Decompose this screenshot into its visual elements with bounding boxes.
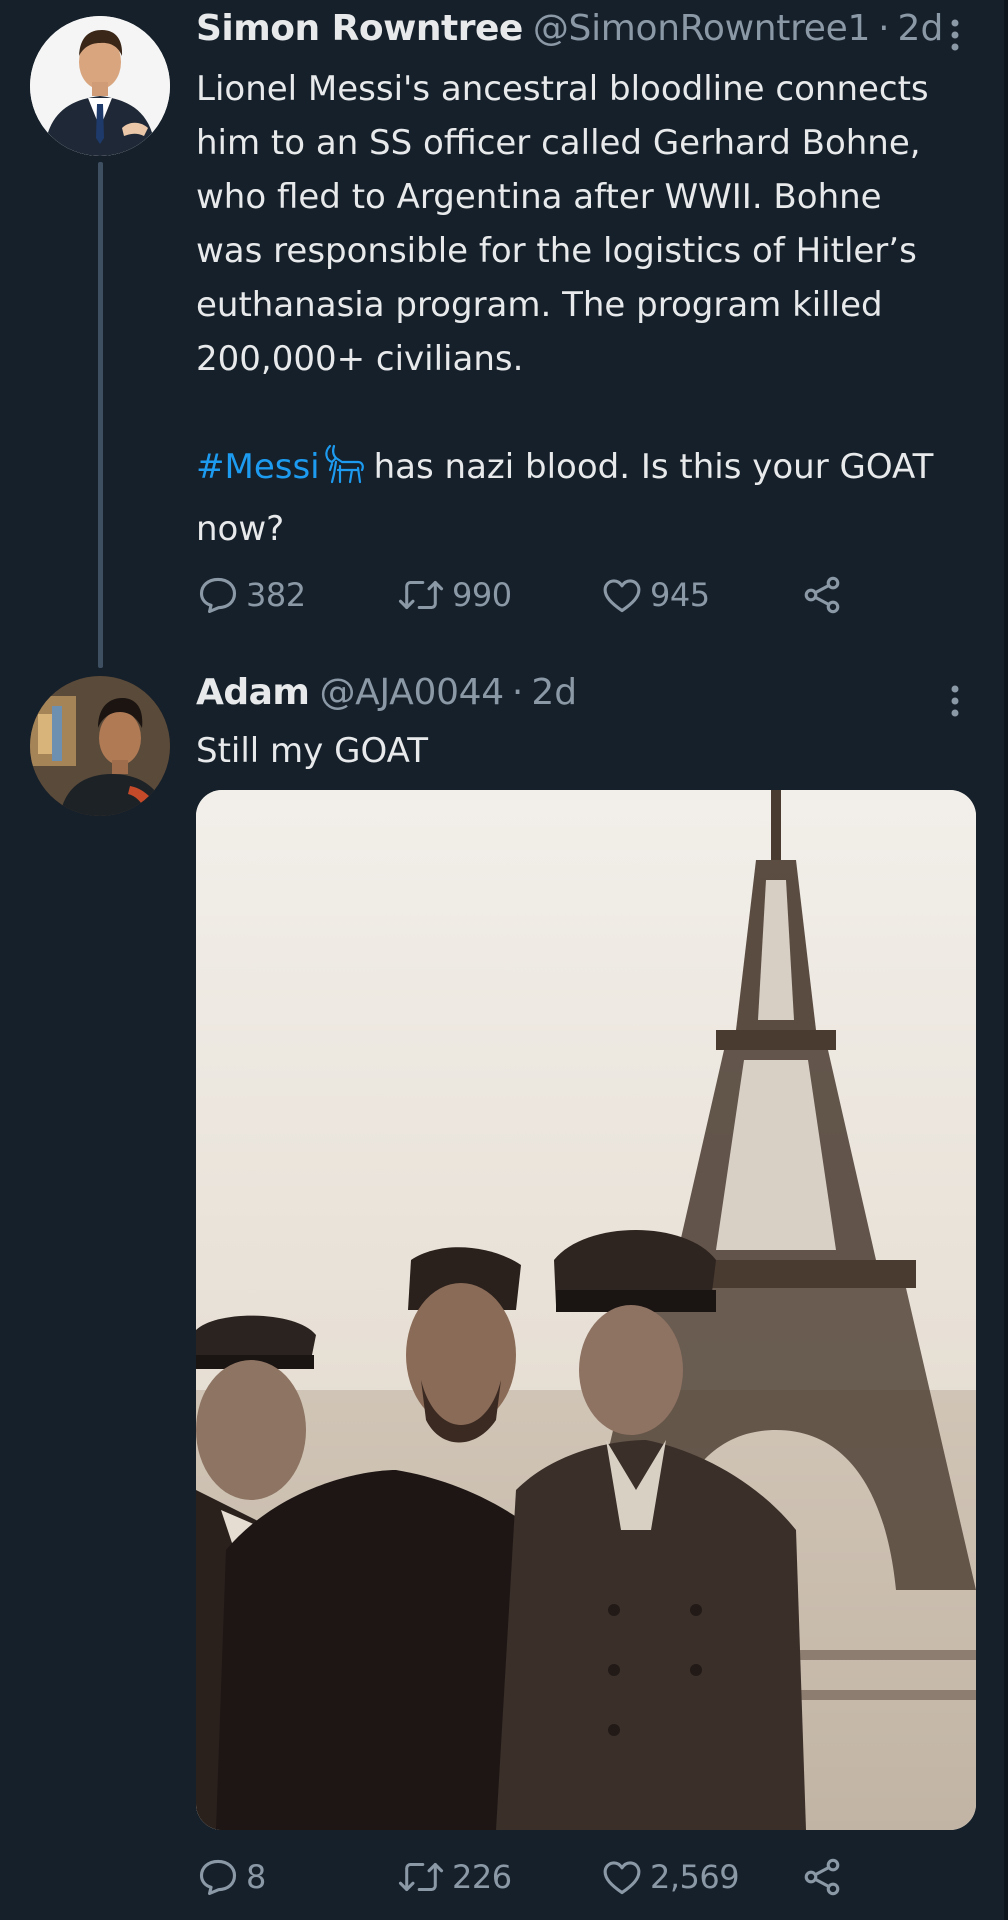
tweet-actions: 382 990 945: [196, 565, 896, 625]
retweet-count: 990: [452, 576, 512, 614]
avatar[interactable]: [30, 676, 170, 816]
share-button[interactable]: [800, 1847, 844, 1907]
tweet-text: Still my GOAT: [196, 724, 976, 778]
photo-image: [196, 790, 976, 1830]
like-icon: [603, 1861, 641, 1895]
like-count: 2,569: [650, 1858, 740, 1896]
share-icon: [804, 1858, 840, 1896]
like-button[interactable]: 945: [600, 565, 710, 625]
tweet-text-fragment: has nazi blood. Is this your GOAT: [373, 447, 934, 487]
author-name[interactable]: Adam: [196, 672, 310, 713]
author-name[interactable]: Simon Rowntree: [196, 8, 523, 49]
timestamp[interactable]: 2d: [898, 8, 944, 49]
like-button[interactable]: 2,569: [600, 1847, 740, 1907]
reply-count: 8: [246, 1858, 266, 1896]
retweet-icon: [398, 580, 444, 610]
share-icon: [804, 576, 840, 614]
retweet-icon: [398, 1862, 444, 1892]
timestamp[interactable]: 2d: [531, 672, 577, 713]
tweet-text-line: him to an SS officer called Gerhard Bohn…: [196, 123, 921, 163]
like-icon: [603, 579, 641, 613]
more-options-button[interactable]: [940, 676, 970, 726]
more-icon: [951, 685, 959, 717]
tweet-text-line: was responsible for the logistics of Hit…: [196, 231, 917, 271]
tweet-text-line: now?: [196, 509, 285, 549]
reply-icon: [199, 577, 237, 614]
tweet-actions: 8 226 2,569: [196, 1847, 896, 1907]
more-icon: [951, 19, 959, 51]
retweet-button[interactable]: 990: [396, 565, 512, 625]
retweet-count: 226: [452, 1858, 512, 1896]
separator-dot: ·: [511, 672, 524, 713]
share-button[interactable]: [800, 565, 844, 625]
tweet-text-line: 200,000+ civilians.: [196, 339, 524, 379]
reply-icon: [199, 1859, 237, 1896]
hashtag-link[interactable]: #Messi: [196, 447, 320, 487]
separator-dot: ·: [878, 8, 890, 49]
avatar-portrait-icon: [30, 676, 170, 816]
avatar-portrait-icon: [30, 16, 170, 156]
tweet-text-line: Still my GOAT: [196, 731, 429, 771]
goat-icon: [322, 440, 368, 502]
tweet-text: Lionel Messi's ancestral bloodline conne…: [196, 62, 976, 556]
reply-count: 382: [246, 576, 306, 614]
tweet-photo[interactable]: [196, 790, 976, 1830]
tweet-header: Simon Rowntree @SimonRowntree1 · 2d: [196, 8, 943, 58]
avatar[interactable]: [30, 16, 170, 156]
screen-edge: [1004, 0, 1008, 1920]
like-count: 945: [650, 576, 710, 614]
thread-connector-line: [98, 162, 103, 668]
tweet-text-line: Lionel Messi's ancestral bloodline conne…: [196, 69, 929, 109]
tweet-text-line: who fled to Argentina after WWII. Bohne: [196, 177, 882, 217]
tweet-header: Adam @AJA0044 · 2d: [196, 672, 577, 722]
author-handle[interactable]: @AJA0044: [319, 672, 504, 713]
author-handle[interactable]: @SimonRowntree1: [533, 8, 871, 49]
tweet-text-line: #Messi has nazi blood. Is this your GOAT: [196, 440, 976, 502]
more-options-button[interactable]: [940, 10, 970, 60]
reply-button[interactable]: 382: [196, 565, 306, 625]
reply-button[interactable]: 8: [196, 1847, 266, 1907]
retweet-button[interactable]: 226: [396, 1847, 512, 1907]
tweet-text-line: euthanasia program. The program killed: [196, 285, 883, 325]
